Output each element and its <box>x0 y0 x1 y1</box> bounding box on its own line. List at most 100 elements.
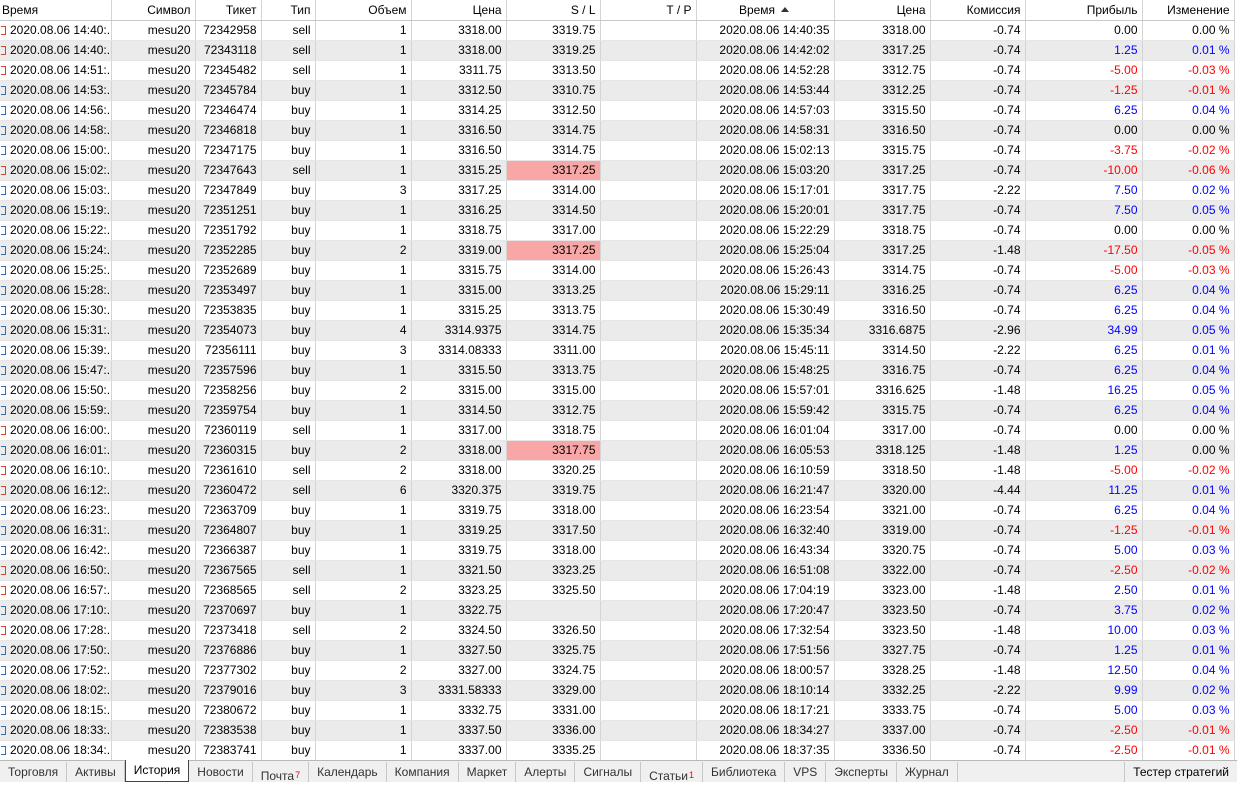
cell-commission: -0.74 <box>930 600 1026 621</box>
table-row[interactable]: 2020.08.06 18:33:... mesu20 72383538 buy 1 33… <box>0 720 1235 741</box>
sell-position-icon <box>1 26 6 35</box>
cell-ticket: 72360119 <box>195 420 262 441</box>
cell-close-time: 2020.08.06 14:53:44 <box>696 80 835 101</box>
table-row[interactable]: 2020.08.06 15:28:... mesu20 72353497 buy 1 33… <box>0 280 1235 301</box>
tab-6[interactable]: Компания <box>387 762 459 782</box>
cell-ticket: 72352285 <box>195 240 262 261</box>
cell-ticket: 72342958 <box>195 20 262 41</box>
column-header-commission[interactable]: Комиссия <box>930 0 1026 21</box>
cell-sl: 3317.25 <box>506 240 601 261</box>
column-header-open-time[interactable]: Время <box>0 0 112 21</box>
table-row[interactable]: 2020.08.06 15:30:... mesu20 72353835 buy 1 33… <box>0 300 1235 321</box>
tab-1[interactable]: Активы <box>67 762 125 782</box>
cell-open-price: 3318.00 <box>411 20 507 41</box>
column-header-symbol[interactable]: Символ <box>111 0 196 21</box>
buy-position-icon <box>1 306 6 315</box>
cell-sl: 3311.00 <box>506 340 601 361</box>
table-row[interactable]: 2020.08.06 16:10:... mesu20 72361610 sell 2 3… <box>0 460 1235 481</box>
tab-5[interactable]: Календарь <box>309 762 387 782</box>
column-header-ticket[interactable]: Тикет <box>195 0 262 21</box>
table-row[interactable]: 2020.08.06 16:00:... mesu20 72360119 sell 1 3… <box>0 420 1235 441</box>
tab-12[interactable]: VPS <box>785 762 827 782</box>
cell-close-price: 3315.75 <box>834 400 931 421</box>
cell-commission: -1.48 <box>930 380 1026 401</box>
cell-type: buy <box>261 140 316 161</box>
table-row[interactable]: 2020.08.06 14:58:... mesu20 72346818 buy 1 33… <box>0 120 1235 141</box>
table-row[interactable]: 2020.08.06 15:39:... mesu20 72356111 buy 3 33… <box>0 340 1235 361</box>
tab-4[interactable]: Почта7 <box>253 762 310 783</box>
table-row[interactable]: 2020.08.06 15:50:... mesu20 72358256 buy 2 33… <box>0 380 1235 401</box>
cell-sl: 3315.00 <box>506 380 601 401</box>
tab-7[interactable]: Маркет <box>459 762 517 782</box>
cell-commission: -0.74 <box>930 520 1026 541</box>
table-row[interactable]: 2020.08.06 15:25:... mesu20 72352689 buy 1 33… <box>0 260 1235 281</box>
table-row[interactable]: 2020.08.06 16:31:... mesu20 72364807 buy 1 33… <box>0 520 1235 541</box>
table-row[interactable]: 2020.08.06 16:23:... mesu20 72363709 buy 1 33… <box>0 500 1235 521</box>
tab-11[interactable]: Библиотека <box>703 762 786 782</box>
table-row[interactable]: 2020.08.06 15:00:... mesu20 72347175 buy 1 33… <box>0 140 1235 161</box>
table-row[interactable]: 2020.08.06 15:47:... mesu20 72357596 buy 1 33… <box>0 360 1235 381</box>
strategy-tester-button[interactable]: Тестер стратегий <box>1124 762 1237 782</box>
column-header-close-time[interactable]: Время <box>696 0 835 21</box>
table-row[interactable]: 2020.08.06 14:40:... mesu20 72343118 sell 1 3… <box>0 40 1235 61</box>
column-header-close-price[interactable]: Цена <box>834 0 931 21</box>
cell-profit: 1.25 <box>1025 40 1143 61</box>
table-row[interactable]: 2020.08.06 14:40:... mesu20 72342958 sell 1 3… <box>0 20 1235 41</box>
cell-ticket: 72351792 <box>195 220 262 241</box>
column-header-sl[interactable]: S / L <box>506 0 601 21</box>
tab-2[interactable]: История <box>124 760 190 782</box>
column-header-volume[interactable]: Объем <box>315 0 412 21</box>
cell-close-time: 2020.08.06 14:52:28 <box>696 60 835 81</box>
cell-commission: -0.74 <box>930 740 1026 760</box>
table-row[interactable]: 2020.08.06 14:56:... mesu20 72346474 buy 1 33… <box>0 100 1235 121</box>
table-row[interactable]: 2020.08.06 15:19:... mesu20 72351251 buy 1 33… <box>0 200 1235 221</box>
tab-3[interactable]: Новости <box>189 762 253 782</box>
table-row[interactable]: 2020.08.06 14:51:... mesu20 72345482 sell 1 3… <box>0 60 1235 81</box>
table-row[interactable]: 2020.08.06 15:24:... mesu20 72352285 buy 2 33… <box>0 240 1235 261</box>
table-row[interactable]: 2020.08.06 16:57:... mesu20 72368565 sell 2 3… <box>0 580 1235 601</box>
column-header-change[interactable]: Изменение <box>1142 0 1235 21</box>
buy-position-icon <box>1 706 6 715</box>
cell-volume: 3 <box>315 180 412 201</box>
cell-open-time: 2020.08.06 16:01:... <box>0 440 112 461</box>
cell-open-price: 3327.00 <box>411 660 507 681</box>
cell-close-price: 3322.00 <box>834 560 931 581</box>
cell-ticket: 72380672 <box>195 700 262 721</box>
cell-change: -0.02 % <box>1142 560 1235 581</box>
tab-14[interactable]: Журнал <box>897 762 958 782</box>
table-row[interactable]: 2020.08.06 15:03:... mesu20 72347849 buy 3 33… <box>0 180 1235 201</box>
column-header-tp[interactable]: T / P <box>600 0 697 21</box>
cell-volume: 2 <box>315 620 412 641</box>
table-row[interactable]: 2020.08.06 16:50:... mesu20 72367565 sell 1 3… <box>0 560 1235 581</box>
table-row[interactable]: 2020.08.06 14:53:... mesu20 72345784 buy 1 33… <box>0 80 1235 101</box>
cell-close-time: 2020.08.06 15:03:20 <box>696 160 835 181</box>
cell-open-time: 2020.08.06 17:28:... <box>0 620 112 641</box>
table-row[interactable]: 2020.08.06 17:28:... mesu20 72373418 sell 2 3… <box>0 620 1235 641</box>
history-grid[interactable]: Время Символ Тикет Тип Объем Цена S / L … <box>0 0 1237 760</box>
table-row[interactable]: 2020.08.06 16:01:... mesu20 72360315 buy 2 33… <box>0 440 1235 461</box>
table-row[interactable]: 2020.08.06 18:34:... mesu20 72383741 buy 1 33… <box>0 740 1235 760</box>
table-row[interactable]: 2020.08.06 16:42:... mesu20 72366387 buy 1 33… <box>0 540 1235 561</box>
table-row[interactable]: 2020.08.06 17:50:... mesu20 72376886 buy 1 33… <box>0 640 1235 661</box>
table-row[interactable]: 2020.08.06 15:31:... mesu20 72354073 buy 4 33… <box>0 320 1235 341</box>
tab-0[interactable]: Торговля <box>0 762 68 782</box>
table-row[interactable]: 2020.08.06 18:02:... mesu20 72379016 buy 3 33… <box>0 680 1235 701</box>
tab-8[interactable]: Алерты <box>516 762 576 782</box>
tab-9[interactable]: Сигналы <box>575 762 642 782</box>
table-row[interactable]: 2020.08.06 18:15:... mesu20 72380672 buy 1 33… <box>0 700 1235 721</box>
table-row[interactable]: 2020.08.06 17:52:... mesu20 72377302 buy 2 33… <box>0 660 1235 681</box>
table-row[interactable]: 2020.08.06 15:22:... mesu20 72351792 buy 1 33… <box>0 220 1235 241</box>
cell-commission: -0.74 <box>930 200 1026 221</box>
table-row[interactable]: 2020.08.06 16:12:... mesu20 72360472 sell 6 3… <box>0 480 1235 501</box>
cell-close-time: 2020.08.06 16:23:54 <box>696 500 835 521</box>
table-row[interactable]: 2020.08.06 15:02:... mesu20 72347643 sell 1 3… <box>0 160 1235 181</box>
column-header-open-price[interactable]: Цена <box>411 0 507 21</box>
cell-commission: -0.74 <box>930 60 1026 81</box>
cell-commission: -0.74 <box>930 700 1026 721</box>
table-row[interactable]: 2020.08.06 15:59:... mesu20 72359754 buy 1 33… <box>0 400 1235 421</box>
tab-10[interactable]: Статьи1 <box>641 762 704 783</box>
tab-13[interactable]: Эксперты <box>826 762 898 782</box>
column-header-type[interactable]: Тип <box>261 0 316 21</box>
column-header-profit[interactable]: Прибыль <box>1025 0 1143 21</box>
table-row[interactable]: 2020.08.06 17:10:... mesu20 72370697 buy 1 33… <box>0 600 1235 621</box>
